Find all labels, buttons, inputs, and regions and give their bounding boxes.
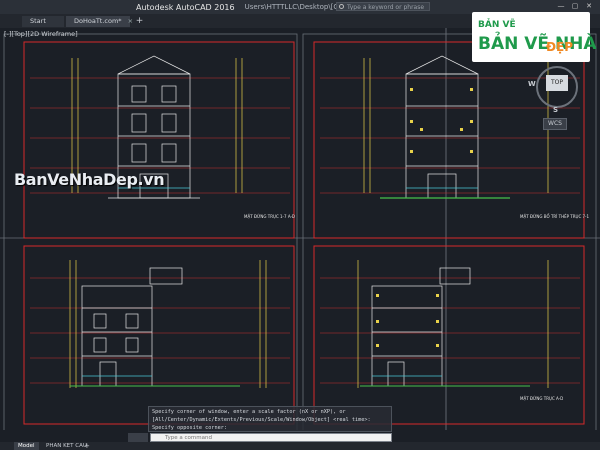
drawing-area[interactable]: MẶT ĐỨNG TRỤC 1-7 A-D MẶT ĐỨNG BỐ TRÍ TH… bbox=[0, 28, 600, 430]
panel-2-caption: MẶT ĐỨNG BỐ TRÍ THÉP TRỤC 7-1 bbox=[520, 214, 590, 219]
app-title: Autodesk AutoCAD 2016 bbox=[136, 2, 235, 12]
command-input[interactable]: Type a command bbox=[150, 433, 392, 442]
maximize-button[interactable]: ▢ bbox=[570, 2, 580, 11]
command-history: Specify corner of window, enter a scale … bbox=[148, 406, 392, 432]
command-history-line: [All/Center/Dynamic/Extents/Previous/Sca… bbox=[152, 417, 371, 423]
panel-4-caption: MẶT ĐỨNG TRỤC A-D bbox=[520, 396, 563, 401]
tab-model[interactable]: Model bbox=[14, 442, 39, 450]
command-history-line: Specify opposite corner: bbox=[152, 425, 227, 431]
close-tab-icon[interactable]: × bbox=[128, 17, 133, 25]
status-bar: Model PHAN KET CAU + bbox=[0, 442, 600, 450]
viewcube[interactable]: TOP W S bbox=[528, 62, 586, 114]
logo-line-1: BẢN VẼ bbox=[478, 20, 516, 30]
wcs-menu[interactable]: WCS bbox=[543, 118, 567, 130]
new-tab-button[interactable]: + bbox=[134, 16, 145, 27]
close-button[interactable]: ✕ bbox=[584, 2, 594, 11]
logo-line-3: ĐẸP bbox=[546, 40, 574, 54]
add-layout-button[interactable]: + bbox=[84, 442, 90, 450]
tab-document[interactable]: DoHoaTt.com* × bbox=[66, 16, 133, 27]
tab-start[interactable]: Start bbox=[22, 16, 64, 27]
viewcube-top-face[interactable]: TOP bbox=[546, 75, 568, 91]
minimize-button[interactable]: — bbox=[556, 2, 566, 11]
watermark-text: BanVeNhaDep.vn bbox=[14, 170, 165, 189]
search-input[interactable]: Type a keyword or phrase bbox=[336, 2, 430, 11]
viewport-label[interactable]: [-][Top][2D Wireframe] bbox=[4, 30, 78, 38]
compass-south[interactable]: S bbox=[553, 106, 558, 114]
compass-west[interactable]: W bbox=[528, 80, 536, 88]
site-logo: BẢN VẼ BẢN VẼ NHÀ ĐẸP bbox=[472, 12, 597, 62]
logo-line-2: BẢN VẼ NHÀ bbox=[478, 34, 597, 54]
panel-1-caption: MẶT ĐỨNG TRỤC 1-7 A-D bbox=[244, 214, 295, 219]
search-icon bbox=[339, 4, 344, 9]
tab-document-label: DoHoaTt.com* bbox=[74, 17, 122, 25]
search-placeholder: Type a keyword or phrase bbox=[347, 4, 425, 11]
command-history-line: Specify corner of window, enter a scale … bbox=[152, 409, 346, 415]
command-line-icon[interactable] bbox=[128, 433, 148, 442]
